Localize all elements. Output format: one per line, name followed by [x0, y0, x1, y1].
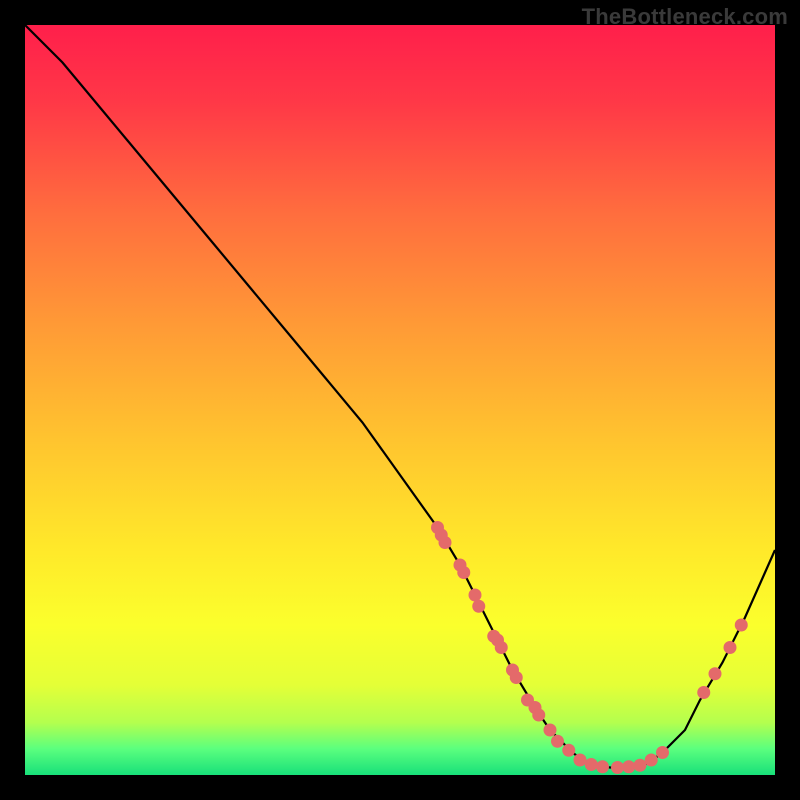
curve-marker: [596, 760, 609, 773]
curve-marker: [735, 619, 748, 632]
curve-marker: [495, 641, 508, 654]
curve-marker: [709, 667, 722, 680]
curve-marker: [645, 754, 658, 767]
curve-marker: [562, 744, 575, 757]
curve-marker: [697, 686, 710, 699]
curve-marker: [532, 709, 545, 722]
curve-marker: [551, 735, 564, 748]
curve-marker: [656, 746, 669, 759]
curve-marker: [469, 589, 482, 602]
curve-marker: [544, 724, 557, 737]
curve-marker: [622, 760, 635, 773]
curve-marker: [585, 758, 598, 771]
curve-marker: [611, 761, 624, 774]
curve-marker: [634, 759, 647, 772]
gradient-background: [25, 25, 775, 775]
chart-container: TheBottleneck.com: [0, 0, 800, 800]
curve-marker: [510, 671, 523, 684]
chart-svg: [25, 25, 775, 775]
plot-area: [25, 25, 775, 775]
curve-marker: [439, 536, 452, 549]
curve-marker: [457, 566, 470, 579]
watermark-text: TheBottleneck.com: [582, 4, 788, 30]
curve-marker: [472, 600, 485, 613]
curve-marker: [574, 754, 587, 767]
curve-marker: [724, 641, 737, 654]
